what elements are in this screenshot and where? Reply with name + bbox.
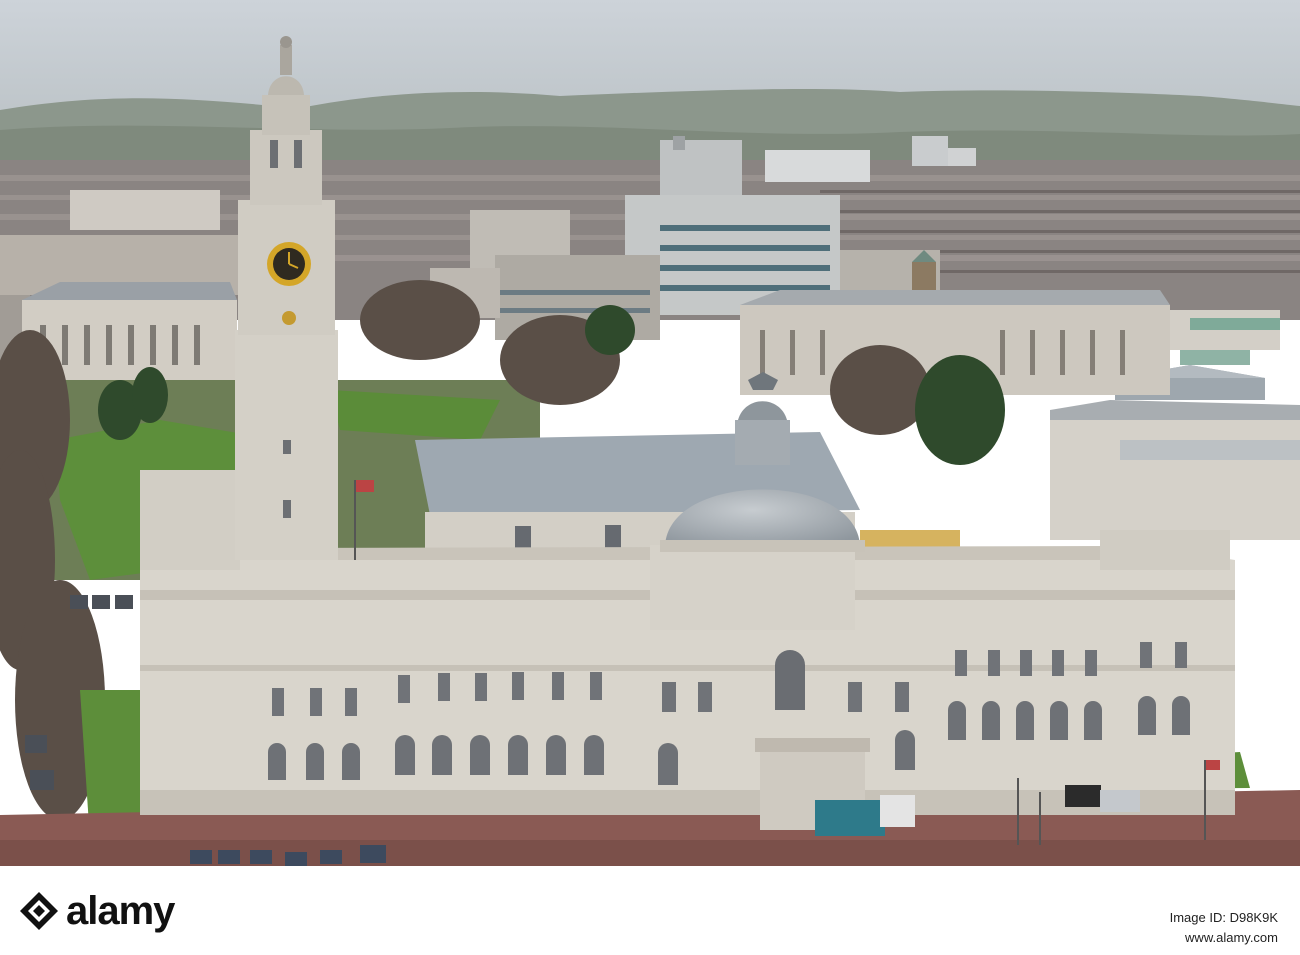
alamy-logo-icon: [20, 892, 58, 930]
source-url: www.alamy.com: [1185, 930, 1278, 945]
central-tower-block: [660, 140, 742, 200]
van: [815, 800, 885, 836]
watermark-footer: alamy Image ID: D98K9K www.alamy.com: [0, 866, 1300, 955]
right-civic-building: [1050, 410, 1300, 540]
alamy-logo-text: alamy: [66, 889, 175, 933]
cityscape-photo: [0, 0, 1300, 866]
image-id-label: Image ID: D98K9K: [1169, 910, 1278, 925]
